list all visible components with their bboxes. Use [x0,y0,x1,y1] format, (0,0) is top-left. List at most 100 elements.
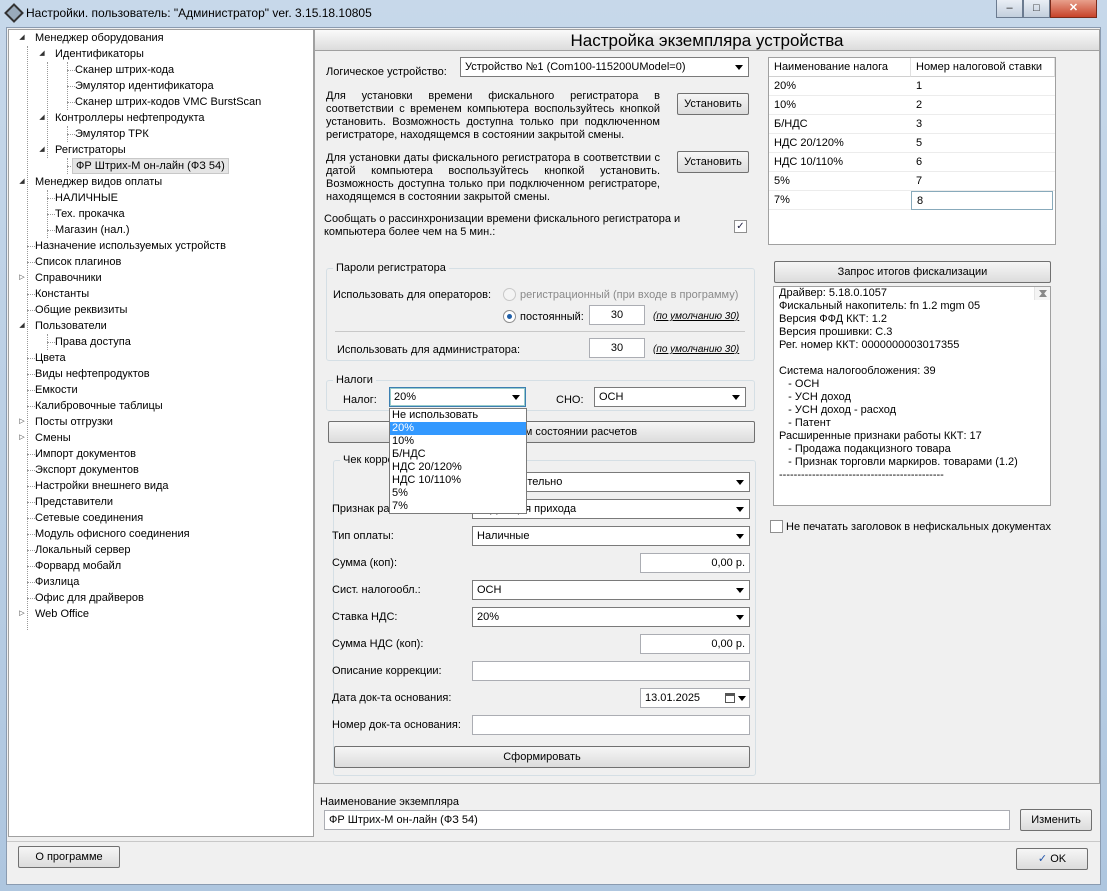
table-cell[interactable]: 10% [769,96,911,115]
tree-item-tech-pumping[interactable]: Тех. прокачка [55,206,125,222]
tree-item-local-server[interactable]: Локальный сервер [35,542,131,558]
permanent-radio[interactable] [503,310,516,323]
ok-button[interactable]: ✓ OK [1016,848,1088,870]
dropdown-option-selected[interactable]: 20% [390,422,526,435]
tax-system-select[interactable]: ОСН [472,580,750,600]
scroll-down-icon[interactable] [1039,290,1047,295]
registration-radio[interactable] [503,288,516,301]
tree-item-identifiers[interactable]: Идентификаторы [55,46,144,62]
dropdown-option[interactable]: Не использовать [390,409,526,422]
tree-item-constants[interactable]: Константы [35,286,89,302]
tree-item-trk-emulator[interactable]: Эмулятор ТРК [75,126,149,142]
tree-item-office-module[interactable]: Модуль офисного соединения [35,526,190,542]
table-cell[interactable]: 7 [911,172,1055,191]
tree-item-dispatch-posts[interactable]: Посты отгрузки [35,414,113,430]
collapsed-icon[interactable]: ▷ [17,414,27,430]
tree-item-shtrih-m[interactable]: ФР Штрих-М он-лайн (ФЗ 54) [72,158,229,174]
table-cell[interactable]: НДС 10/110% [769,153,911,172]
minimize-button[interactable]: – [996,0,1023,18]
sno-select[interactable]: ОСН [594,387,746,407]
close-button[interactable]: ✕ [1050,0,1097,18]
no-header-checkbox[interactable] [770,520,783,533]
permanent-password-input[interactable]: 30 [589,305,645,325]
tree-item-web-office[interactable]: Web Office [35,606,89,622]
tree-item-fuel-controllers[interactable]: Контроллеры нефтепродукта [55,110,205,126]
table-cell[interactable]: НДС 20/120% [769,134,911,153]
table-cell[interactable]: 20% [769,77,911,96]
maximize-button[interactable]: □ [1023,0,1050,18]
collapsed-icon[interactable]: ▷ [17,606,27,622]
base-number-input[interactable] [472,715,750,735]
tree-item-individuals[interactable]: Физлица [35,574,79,590]
table-cell[interactable]: 3 [911,115,1055,134]
tree-item-representatives[interactable]: Представители [35,494,113,510]
dropdown-option[interactable]: НДС 10/110% [390,474,526,487]
tree-item-vmc-burstscan[interactable]: Сканер штрих-кодов VMC BurstScan [75,94,261,110]
calendar-icon[interactable] [725,693,735,703]
tax-select[interactable]: 20% [389,387,526,407]
tree-item-common-props[interactable]: Общие реквизиты [35,302,127,318]
set-time-button[interactable]: Установить [677,93,749,115]
dropdown-option[interactable]: 5% [390,487,526,500]
dropdown-option[interactable]: 7% [390,500,526,513]
tree-item-tanks[interactable]: Емкости [35,382,78,398]
table-cell[interactable]: 5% [769,172,911,191]
expand-icon[interactable]: ◢ [17,318,27,334]
tree-item-driver-office[interactable]: Офис для драйверов [35,590,144,606]
form-button[interactable]: Сформировать [334,746,750,768]
tree-item-access-rights[interactable]: Права доступа [55,334,131,350]
about-button[interactable]: О программе [18,846,120,868]
tree-item-identifier-emulator[interactable]: Эмулятор идентификатора [75,78,214,94]
dropdown-option[interactable]: НДС 20/120% [390,461,526,474]
instance-name-input[interactable]: ФР Штрих-М он-лайн (ФЗ 54) [324,810,1010,830]
column-header-tax-number[interactable]: Номер налоговой ставки [911,58,1055,77]
table-cell-current[interactable]: 8 [911,191,1053,210]
tree-item-export[interactable]: Экспорт документов [35,462,139,478]
tree-item-appearance[interactable]: Настройки внешнего вида [35,478,169,494]
tree-item-registrators[interactable]: Регистраторы [55,142,126,158]
collapsed-icon[interactable]: ▷ [17,270,27,286]
tree-item-barcode-scanner[interactable]: Сканер штрих-кода [75,62,174,78]
table-cell[interactable]: 5 [911,134,1055,153]
expand-icon[interactable]: ◢ [37,142,47,158]
tree-item-forward-mobile[interactable]: Форвард мобайл [35,558,121,574]
collapsed-icon[interactable]: ▷ [17,430,27,446]
tree-item-calibration[interactable]: Калибровочные таблицы [35,398,163,414]
expand-icon[interactable]: ◢ [37,110,47,126]
dropdown-option[interactable]: 10% [390,435,526,448]
vat-sum-input[interactable]: 0,00 р. [640,634,750,654]
set-date-button[interactable]: Установить [677,151,749,173]
admin-password-input[interactable]: 30 [589,338,645,358]
table-cell[interactable]: 7% [769,191,911,210]
scrollbar[interactable] [1034,287,1050,300]
vat-rate-select[interactable]: 20% [472,607,750,627]
table-cell[interactable]: 1 [911,77,1055,96]
table-cell[interactable]: 6 [911,153,1055,172]
fiscal-request-button[interactable]: Запрос итогов фискализации [774,261,1051,283]
change-button[interactable]: Изменить [1020,809,1092,831]
expand-icon[interactable]: ◢ [37,46,47,62]
pay-type-select[interactable]: Наличные [472,526,750,546]
tree-item-shop-cash[interactable]: Магазин (нал.) [55,222,129,238]
tree-item-references[interactable]: Справочники [35,270,102,286]
tree-item-import[interactable]: Импорт документов [35,446,136,462]
tree-item-plugins[interactable]: Список плагинов [35,254,121,270]
sum-input[interactable]: 0,00 р. [640,553,750,573]
logical-device-select[interactable]: Устройство №1 (Com100-115200UModel=0) [460,57,749,77]
tree-item-users[interactable]: Пользователи [35,318,107,334]
table-cell[interactable]: 2 [911,96,1055,115]
column-header-tax-name[interactable]: Наименование налога [769,58,911,77]
tree-item-network[interactable]: Сетевые соединения [35,510,143,526]
desync-checkbox[interactable]: ✓ [734,220,747,233]
tree-item-cash[interactable]: НАЛИЧНЫЕ [55,190,118,206]
dropdown-option[interactable]: Б/НДС [390,448,526,461]
tree-item-equipment-manager[interactable]: Менеджер оборудования [35,30,164,46]
tree-item-colors[interactable]: Цвета [35,350,66,366]
expand-icon[interactable]: ◢ [17,174,27,190]
tree-item-device-assignment[interactable]: Назначение используемых устройств [35,238,226,254]
tree-item-fuel-types[interactable]: Виды нефтепродуктов [35,366,150,382]
description-input[interactable] [472,661,750,681]
tree-item-shifts[interactable]: Смены [35,430,71,446]
table-cell[interactable]: Б/НДС [769,115,911,134]
base-date-input[interactable]: 13.01.2025 [640,688,750,708]
